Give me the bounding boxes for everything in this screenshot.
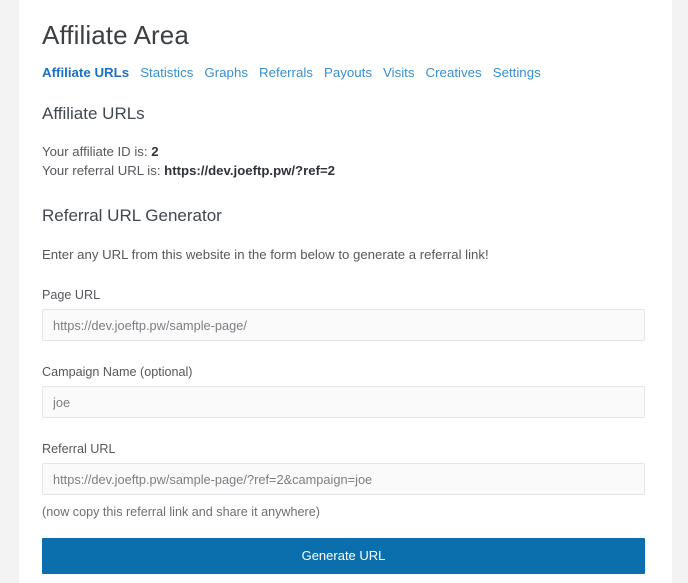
tab-link-payouts[interactable]: Payouts bbox=[324, 65, 372, 80]
tab-graphs[interactable]: Graphs bbox=[204, 65, 248, 81]
tab-link-creatives[interactable]: Creatives bbox=[426, 65, 482, 80]
affiliate-id-label: Your affiliate ID is: bbox=[42, 144, 148, 159]
tab-link-graphs[interactable]: Graphs bbox=[204, 65, 248, 80]
referral-url-generator-heading: Referral URL Generator bbox=[42, 206, 222, 225]
page-sheet: Affiliate Area Affiliate URLs Statistics G… bbox=[19, 0, 672, 583]
tab-statistics[interactable]: Statistics bbox=[140, 65, 193, 81]
tab-affiliate-urls[interactable]: Affiliate URLs bbox=[42, 65, 129, 81]
referral-url-field-group: Referral URL (now copy this referral lin… bbox=[42, 418, 649, 520]
affiliate-area-content: Affiliate Area Affiliate URLs Statistics G… bbox=[42, 0, 649, 574]
tab-link-visits[interactable]: Visits bbox=[383, 65, 415, 80]
referral-url-generator-form: Page URL Campaign Name (optional) Referr… bbox=[42, 264, 649, 574]
affiliate-id-value: 2 bbox=[151, 144, 159, 159]
affiliate-id-line: Your affiliate ID is: 2 bbox=[42, 125, 649, 161]
page-url-label: Page URL bbox=[42, 288, 101, 302]
campaign-name-field-group: Campaign Name (optional) bbox=[42, 341, 649, 418]
tab-link-statistics[interactable]: Statistics bbox=[140, 65, 193, 80]
tab-link-referrals[interactable]: Referrals bbox=[259, 65, 313, 80]
tab-creatives[interactable]: Creatives bbox=[426, 65, 482, 81]
referral-url-line: Your referral URL is: https://dev.joeftp… bbox=[42, 161, 649, 180]
affiliate-tab-nav: Affiliate URLs Statistics Graphs Referrals P… bbox=[42, 65, 649, 81]
referral-url-label-field: Referral URL bbox=[42, 442, 116, 456]
page-title: Affiliate Area bbox=[42, 20, 189, 50]
campaign-name-label: Campaign Name (optional) bbox=[42, 365, 193, 379]
referral-url-helper-text: (now copy this referral link and share i… bbox=[42, 505, 320, 519]
generator-intro-text: Enter any URL from this website in the f… bbox=[42, 247, 489, 262]
affiliate-urls-heading: Affiliate URLs bbox=[42, 104, 145, 123]
generate-url-button[interactable]: Generate URL bbox=[42, 538, 645, 574]
page-url-input[interactable] bbox=[42, 309, 645, 341]
referral-url-value: https://dev.joeftp.pw/?ref=2 bbox=[164, 163, 336, 178]
tab-link-settings[interactable]: Settings bbox=[493, 65, 541, 80]
tab-payouts[interactable]: Payouts bbox=[324, 65, 372, 81]
campaign-name-input[interactable] bbox=[42, 386, 645, 418]
tab-link-affiliate-urls[interactable]: Affiliate URLs bbox=[42, 65, 129, 80]
referral-url-label: Your referral URL is: bbox=[42, 163, 161, 178]
tab-settings[interactable]: Settings bbox=[493, 65, 541, 81]
tab-referrals[interactable]: Referrals bbox=[259, 65, 313, 81]
referral-url-output-input[interactable] bbox=[42, 463, 645, 495]
tab-visits[interactable]: Visits bbox=[383, 65, 415, 81]
page-url-field-group: Page URL bbox=[42, 264, 649, 341]
